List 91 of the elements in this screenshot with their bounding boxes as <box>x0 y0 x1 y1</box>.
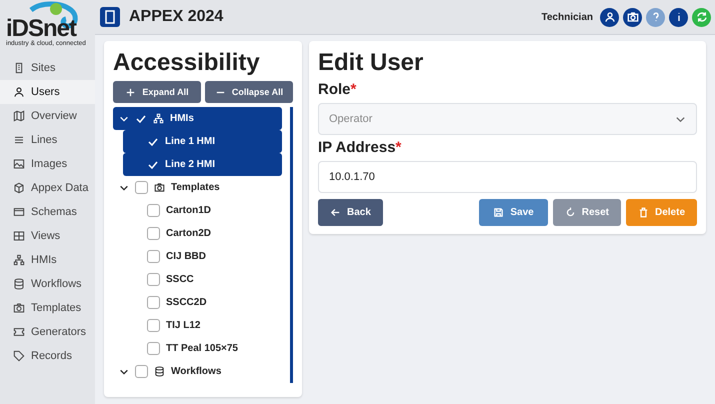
tree-item[interactable]: Carton1D <box>113 199 282 222</box>
check-icon[interactable] <box>147 158 159 170</box>
sidebar-item[interactable]: Overview <box>0 104 95 128</box>
back-button[interactable]: Back <box>318 199 383 226</box>
checkbox[interactable] <box>135 181 148 194</box>
tree-label: CIJ BBD <box>166 251 206 262</box>
network-icon <box>153 113 164 124</box>
save-button[interactable]: Save <box>479 199 548 226</box>
tree-item[interactable]: Templates <box>113 176 282 199</box>
sidebar-item[interactable]: Templates <box>0 296 95 320</box>
tree-item[interactable]: HMIs <box>113 107 282 130</box>
cube-icon <box>13 182 25 194</box>
checkbox[interactable] <box>147 296 160 309</box>
checkbox[interactable] <box>135 365 148 378</box>
tree-item[interactable]: SSCC <box>113 268 282 291</box>
required-mark: * <box>396 139 402 156</box>
sidebar-item[interactable]: Lines <box>0 128 95 152</box>
map-icon <box>13 110 25 122</box>
sidebar-item[interactable]: Users <box>0 80 95 104</box>
tablet-icon <box>100 7 120 27</box>
sidebar-item[interactable]: Generators <box>0 320 95 344</box>
required-mark: * <box>350 81 356 98</box>
tree-label: Workflows <box>171 366 222 377</box>
grid-icon <box>13 230 25 242</box>
tree-label: Line 1 HMI <box>165 136 216 147</box>
image-icon <box>13 158 25 170</box>
logo-wordmark: iDSnet <box>6 18 76 40</box>
plus-icon <box>125 86 136 98</box>
checkbox[interactable] <box>147 273 160 286</box>
checkbox[interactable] <box>147 250 160 263</box>
info-button[interactable] <box>669 8 688 26</box>
save-icon <box>493 207 504 218</box>
tree-label: Templates <box>171 182 220 193</box>
lines-icon <box>13 134 25 146</box>
checkbox[interactable] <box>147 342 160 355</box>
tree-item[interactable]: SSCC2D <box>113 291 282 314</box>
sidebar-item[interactable]: Views <box>0 224 95 248</box>
user-role: Technician <box>542 12 593 22</box>
sidebar-item[interactable]: Records <box>0 344 95 368</box>
camera-icon <box>13 302 25 314</box>
tree-item[interactable]: Line 1 HMI <box>123 130 282 153</box>
sidebar-item[interactable]: Workflows <box>0 272 95 296</box>
app-title: APPEX 2024 <box>129 8 224 26</box>
database-icon <box>13 278 25 290</box>
camera-icon <box>154 182 165 193</box>
sidebar-item[interactable]: Schemas <box>0 200 95 224</box>
sidebar-item[interactable]: HMIs <box>0 248 95 272</box>
tree-label: Carton1D <box>166 205 212 216</box>
tree-label: HMIs <box>170 113 194 124</box>
camera-button[interactable] <box>623 8 642 26</box>
tree-item[interactable]: Workflows <box>113 360 282 383</box>
sidebar-item[interactable]: Sites <box>0 56 95 80</box>
checkbox[interactable] <box>147 227 160 240</box>
check-icon[interactable] <box>135 112 147 124</box>
user-icon <box>604 11 616 23</box>
check-icon[interactable] <box>147 136 159 148</box>
card-title: Edit User <box>318 49 424 77</box>
sidebar-item[interactable]: Appex Data <box>0 176 95 200</box>
tree-label: Carton2D <box>166 228 212 239</box>
field-label: Role <box>318 81 351 98</box>
ticket-icon <box>13 326 25 338</box>
tree-label: TT Peal 105×75 <box>166 343 238 354</box>
tree-item[interactable]: Line 2 HMI <box>123 153 282 176</box>
sidebar-item[interactable]: Images <box>0 152 95 176</box>
user-icon <box>13 86 25 98</box>
refresh-icon <box>696 11 708 23</box>
tree-label: Line 2 HMI <box>165 159 216 170</box>
checkbox[interactable] <box>147 204 160 217</box>
arrow-left-icon <box>330 207 341 218</box>
database-icon <box>154 366 165 377</box>
expand-all-button[interactable]: Expand All <box>113 81 201 103</box>
user-button[interactable] <box>600 8 619 26</box>
camera-icon <box>626 11 638 23</box>
building-icon <box>13 62 25 74</box>
tree-label: SSCC <box>166 274 194 285</box>
reset-icon <box>564 207 576 218</box>
tree-item[interactable]: TT Peal 105×75 <box>113 337 282 360</box>
tree-label: SSCC2D <box>166 297 207 308</box>
collapse-all-button[interactable]: Collapse All <box>205 81 293 103</box>
tree-label: TIJ L12 <box>166 320 200 331</box>
field-label: IP Address <box>318 139 396 156</box>
checkbox[interactable] <box>147 319 160 332</box>
card-icon <box>13 206 25 218</box>
tag-icon <box>13 350 25 362</box>
card-title: Accessibility <box>113 49 261 77</box>
tree-item[interactable]: Carton2D <box>113 222 282 245</box>
input-field[interactable]: 10.0.1.70 <box>318 161 697 193</box>
trash-icon <box>638 207 649 218</box>
tree-item[interactable]: TIJ L12 <box>113 314 282 337</box>
network-icon <box>13 254 25 266</box>
tree-item[interactable]: CIJ BBD <box>113 245 282 268</box>
